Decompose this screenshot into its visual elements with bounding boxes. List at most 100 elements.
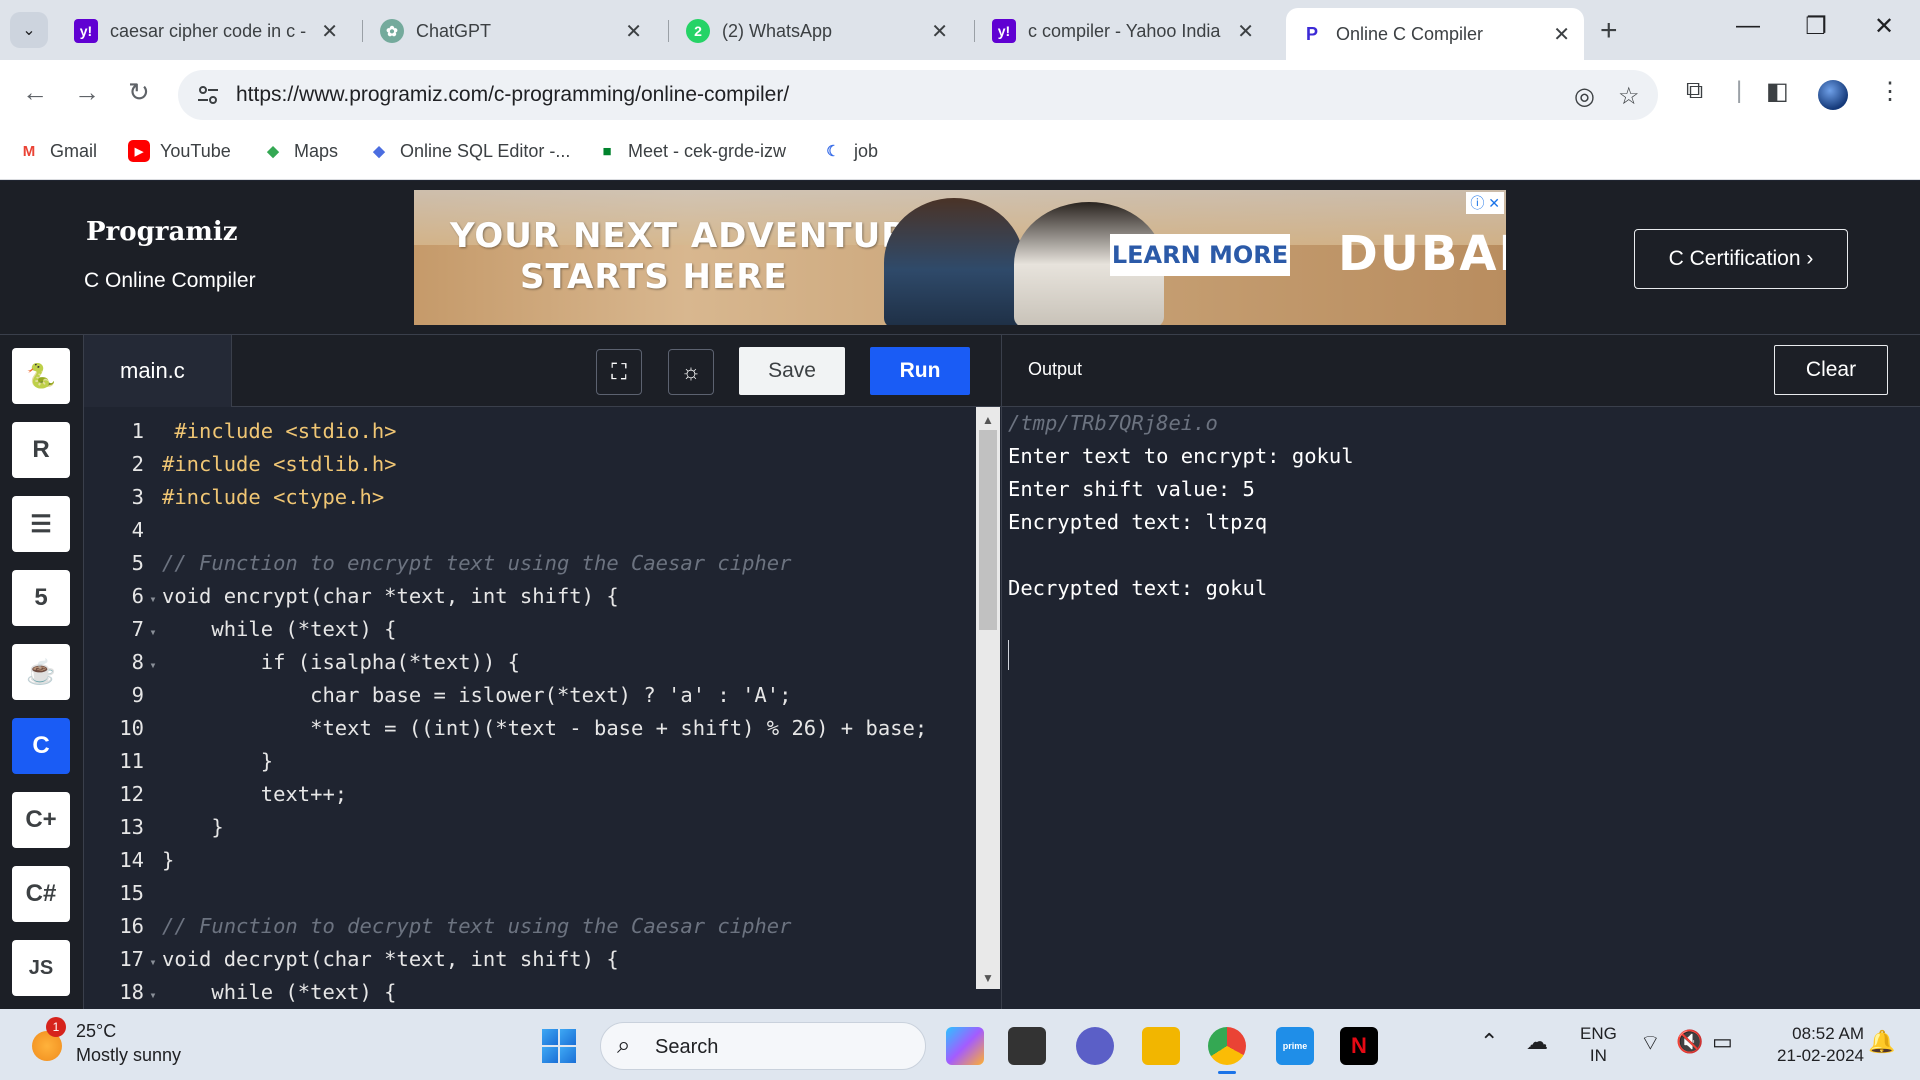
save-button[interactable]: Save xyxy=(739,347,845,395)
bookmark-gmail[interactable]: M Gmail xyxy=(18,140,97,162)
output-line: Enter shift value: 5 xyxy=(1008,477,1255,501)
new-tab-button[interactable]: + xyxy=(1600,14,1618,48)
html5-icon[interactable]: 5 xyxy=(12,570,70,626)
tab-caesar[interactable]: y! caesar cipher code in c - ✕ xyxy=(60,10,352,52)
scroll-down-icon[interactable]: ▼ xyxy=(976,968,1000,988)
star-icon[interactable]: ☆ xyxy=(1618,82,1640,111)
close-icon[interactable]: ✕ xyxy=(1237,19,1254,44)
fold-toggle-icon[interactable]: ▾ xyxy=(144,979,162,1009)
c-lang-icon[interactable]: C xyxy=(12,718,70,774)
prime-video-icon[interactable]: prime xyxy=(1276,1027,1314,1065)
close-icon[interactable]: ✕ xyxy=(321,19,338,44)
language-indicator[interactable]: ENG IN xyxy=(1580,1023,1617,1067)
run-button[interactable]: Run xyxy=(870,347,970,395)
code-text: void decrypt(char *text, int shift) { xyxy=(162,947,619,971)
close-icon[interactable]: ✕ xyxy=(625,19,642,44)
windows-start-icon[interactable] xyxy=(542,1029,576,1063)
programiz-logo[interactable]: Programiz xyxy=(86,217,237,247)
code-line: 3 #include <ctype.h> xyxy=(84,481,976,514)
notification-bell-icon[interactable]: 🔔 xyxy=(1868,1029,1895,1055)
minimize-icon[interactable]: — xyxy=(1718,12,1778,40)
volume-muted-icon[interactable]: 🔇 xyxy=(1676,1029,1703,1055)
close-icon[interactable]: ✕ xyxy=(1553,22,1570,47)
reload-icon[interactable]: ↻ xyxy=(128,77,150,108)
c-certification-button[interactable]: C Certification › xyxy=(1634,229,1848,289)
back-arrow-icon[interactable]: ← xyxy=(22,77,48,108)
bookmark-label: Meet - cek-grde-izw xyxy=(628,140,787,161)
tab-title: caesar cipher code in c - xyxy=(110,20,307,41)
fullscreen-icon[interactable]: ⛶ xyxy=(596,349,642,395)
site-settings-icon[interactable] xyxy=(196,83,220,107)
adchoices-icon[interactable]: ⓘ ✕ xyxy=(1466,192,1504,214)
copilot-icon[interactable] xyxy=(946,1027,984,1065)
bookmark-youtube[interactable]: ▶ YouTube xyxy=(128,140,231,162)
fold-toggle-icon[interactable]: ▾ xyxy=(144,616,162,649)
eye-off-icon[interactable]: ◎ xyxy=(1574,82,1595,111)
file-tab-main-c[interactable]: main.c xyxy=(84,335,232,407)
code-editor[interactable]: 1 #include <stdio.h> 2 #include <stdlib.h… xyxy=(84,407,976,1009)
code-line: 9 char base = islower(*text) ? 'a' : 'A'… xyxy=(84,679,976,712)
sql-database-icon[interactable]: ☰ xyxy=(12,496,70,552)
more-menu-icon[interactable]: ⋮ xyxy=(1878,77,1902,106)
cpp-icon[interactable]: C+ xyxy=(12,792,70,848)
netflix-icon[interactable]: N xyxy=(1340,1027,1378,1065)
r-lang-icon[interactable]: R xyxy=(12,422,70,478)
tab-chatgpt[interactable]: ✿ ChatGPT ✕ xyxy=(366,10,656,52)
chrome-icon[interactable] xyxy=(1208,1027,1246,1074)
bookmark-maps[interactable]: ◆ Maps xyxy=(262,140,338,162)
java-icon[interactable]: ☕ xyxy=(12,644,70,700)
advertisement-banner[interactable]: YOUR NEXT ADVENTURE STARTS HERE LEARN MO… xyxy=(414,190,1506,325)
tab-search-button[interactable]: ⌄ xyxy=(10,12,48,48)
extensions-icon[interactable]: ⧉ xyxy=(1686,77,1703,105)
close-icon[interactable]: ✕ xyxy=(931,19,948,44)
code-line: 18 ▾ while (*text) { xyxy=(84,976,976,1009)
restore-icon[interactable]: ❐ xyxy=(1786,12,1846,41)
line-number: 16 xyxy=(119,914,144,938)
side-panel-icon[interactable]: ◧ xyxy=(1766,77,1789,106)
js-icon[interactable]: JS xyxy=(12,940,70,996)
search-placeholder: Search xyxy=(655,1036,719,1058)
ad-learn-more-button[interactable]: LEARN MORE xyxy=(1110,234,1290,276)
window-close-icon[interactable]: ✕ xyxy=(1854,12,1914,41)
battery-icon[interactable]: ▭ xyxy=(1712,1029,1733,1055)
scroll-up-icon[interactable]: ▲ xyxy=(976,410,1000,430)
wifi-icon[interactable]: ⌔ xyxy=(1640,1029,1661,1057)
fold-toggle-icon[interactable]: ▾ xyxy=(144,946,162,979)
tab-title: (2) WhatsApp xyxy=(722,20,833,41)
weather-temperature[interactable]: 25°C xyxy=(76,1021,116,1042)
output-path: /tmp/TRb7QRj8ei.o xyxy=(1008,411,1218,435)
tab-yahoo-compiler[interactable]: y! c compiler - Yahoo India ✕ xyxy=(978,10,1268,52)
system-clock[interactable]: 08:52 AM 21-02-2024 xyxy=(1760,1023,1864,1067)
theme-toggle-icon[interactable]: ☼ xyxy=(668,349,714,395)
address-bar[interactable]: https://www.programiz.com/c-programming/… xyxy=(178,70,1658,120)
bookmark-sql-editor[interactable]: ◆ Online SQL Editor -... xyxy=(368,140,570,162)
taskbar-search[interactable]: ⌕ Search xyxy=(600,1022,926,1070)
page-title: C Online Compiler xyxy=(84,269,256,292)
tab-whatsapp[interactable]: 2 (2) WhatsApp ✕ xyxy=(672,10,962,52)
fold-toggle-icon[interactable]: ▾ xyxy=(144,649,162,682)
bookmark-meet[interactable]: ■ Meet - cek-grde-izw xyxy=(596,140,786,162)
forward-arrow-icon[interactable]: → xyxy=(74,77,100,108)
line-number: 9 xyxy=(131,683,144,707)
avatar[interactable] xyxy=(1818,80,1848,110)
code-line: 14} xyxy=(84,844,976,877)
fold-toggle-icon[interactable]: ▾ xyxy=(144,583,162,616)
weather-description[interactable]: Mostly sunny xyxy=(76,1045,181,1066)
clear-button[interactable]: Clear xyxy=(1774,345,1888,395)
python-icon[interactable]: 🐍 xyxy=(12,348,70,404)
chevron-up-icon[interactable]: ⌃ xyxy=(1480,1029,1498,1055)
bookmark-job[interactable]: ☾ job xyxy=(822,140,878,162)
teams-chat-icon[interactable] xyxy=(1076,1027,1114,1065)
file-explorer-icon[interactable] xyxy=(1142,1027,1180,1065)
tab-online-c-compiler[interactable]: P Online C Compiler ✕ xyxy=(1286,8,1584,60)
line-number: 7 xyxy=(131,617,144,641)
url-text[interactable]: https://www.programiz.com/c-programming/… xyxy=(236,83,789,107)
onedrive-cloud-icon[interactable]: ☁ xyxy=(1526,1029,1548,1055)
scrollbar-thumb[interactable] xyxy=(979,430,997,630)
code-text: #include <stdlib.h> xyxy=(162,452,397,476)
code-line: 10 *text = ((int)(*text - base + shift) … xyxy=(84,712,976,745)
clock-date: 21-02-2024 xyxy=(1777,1046,1864,1065)
task-view-icon[interactable] xyxy=(1008,1027,1046,1065)
csharp-icon[interactable]: C# xyxy=(12,866,70,922)
tab-divider xyxy=(668,20,669,42)
